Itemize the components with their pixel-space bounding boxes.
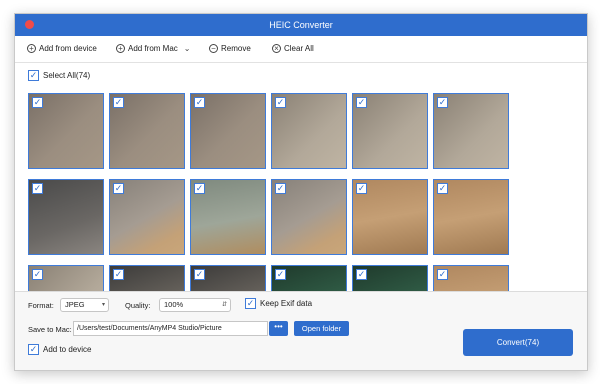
checkmark-icon: ✓ (276, 97, 285, 107)
checkmark-icon: ✓ (357, 269, 366, 279)
photo-thumbnail[interactable]: ✓ (109, 179, 185, 255)
checkmark-icon: ✓ (276, 183, 285, 193)
thumbnail-checkbox[interactable]: ✓ (356, 269, 367, 280)
add-from-mac-label: Add from Mac (128, 44, 178, 53)
photo-thumbnail[interactable]: ✓ (28, 265, 104, 292)
heic-converter-window: HEIC Converter + Add from device + Add f… (14, 13, 588, 371)
window-title: HEIC Converter (269, 20, 333, 30)
photo-thumbnail[interactable]: ✓ (271, 265, 347, 292)
thumbnail-checkbox[interactable]: ✓ (194, 269, 205, 280)
thumbnail-checkbox[interactable]: ✓ (275, 183, 286, 194)
chevron-down-icon[interactable]: ⌄ (184, 44, 191, 53)
x-circle-icon: × (272, 44, 281, 53)
thumbnail-checkbox[interactable]: ✓ (437, 269, 448, 280)
checkmark-icon: ✓ (195, 97, 204, 107)
toolbar: + Add from device + Add from Mac ⌄ − Rem… (15, 36, 587, 63)
checkmark-icon: ✓ (357, 97, 366, 107)
save-to-label: Save to Mac: (28, 325, 72, 334)
settings-panel: Format: JPEG ▾ Quality: 100% ⇵ ✓ Keep Ex… (15, 291, 587, 370)
checkmark-icon: ✓ (195, 269, 204, 279)
thumbnail-checkbox[interactable]: ✓ (32, 97, 43, 108)
checkmark-icon: ✓ (276, 269, 285, 279)
keep-exif-checkbox[interactable]: ✓ (245, 298, 256, 309)
thumbnail-checkbox[interactable]: ✓ (32, 183, 43, 194)
add-from-device-button[interactable]: + Add from device (27, 44, 97, 53)
photo-thumbnail[interactable]: ✓ (28, 179, 104, 255)
photo-thumbnail[interactable]: ✓ (190, 93, 266, 169)
thumbnail-checkbox[interactable]: ✓ (356, 183, 367, 194)
checkmark-icon: ✓ (33, 183, 42, 193)
thumbnail-checkbox[interactable]: ✓ (113, 97, 124, 108)
checkmark-icon: ✓ (114, 183, 123, 193)
thumbnail-checkbox[interactable]: ✓ (275, 269, 286, 280)
plus-circle-icon: + (116, 44, 125, 53)
remove-label: Remove (221, 44, 251, 53)
select-all-label: Select All(74) (43, 71, 91, 80)
thumbnail-checkbox[interactable]: ✓ (194, 97, 205, 108)
thumbnail-checkbox[interactable]: ✓ (194, 183, 205, 194)
thumbnail-checkbox[interactable]: ✓ (32, 269, 43, 280)
photo-thumbnail[interactable]: ✓ (271, 179, 347, 255)
thumbnail-checkbox[interactable]: ✓ (356, 97, 367, 108)
checkmark-icon: ✓ (114, 269, 123, 279)
keep-exif-label: Keep Exif data (260, 299, 313, 308)
checkmark-icon: ✓ (29, 70, 38, 80)
save-path-field[interactable]: /Users/test/Documents/AnyMP4 Studio/Pict… (73, 321, 268, 336)
photo-thumbnail[interactable]: ✓ (352, 265, 428, 292)
convert-button[interactable]: Convert(74) (463, 329, 573, 356)
quality-stepper[interactable]: 100% ⇵ (159, 298, 231, 312)
photo-thumbnail[interactable]: ✓ (352, 93, 428, 169)
photo-thumbnail[interactable]: ✓ (352, 179, 428, 255)
stepper-arrows-icon: ⇵ (221, 302, 227, 308)
checkmark-icon: ✓ (246, 298, 255, 308)
photo-thumbnail[interactable]: ✓ (433, 265, 509, 292)
format-value: JPEG (65, 300, 85, 309)
checkmark-icon: ✓ (438, 183, 447, 193)
checkmark-icon: ✓ (195, 183, 204, 193)
quality-value: 100% (164, 300, 184, 309)
format-label: Format: (28, 301, 54, 310)
minus-circle-icon: − (209, 44, 218, 53)
remove-button[interactable]: − Remove (209, 44, 251, 53)
select-arrow-icon: ▾ (101, 302, 105, 308)
select-all-checkbox[interactable]: ✓ (28, 70, 39, 81)
add-to-device-checkbox[interactable]: ✓ (28, 344, 39, 355)
thumbnail-checkbox[interactable]: ✓ (113, 183, 124, 194)
photo-thumbnail[interactable]: ✓ (28, 93, 104, 169)
thumbnail-checkbox[interactable]: ✓ (113, 269, 124, 280)
checkmark-icon: ✓ (29, 344, 38, 354)
photo-thumbnail[interactable]: ✓ (109, 93, 185, 169)
photo-thumbnail[interactable]: ✓ (271, 93, 347, 169)
photo-thumbnail[interactable]: ✓ (433, 179, 509, 255)
checkmark-icon: ✓ (33, 269, 42, 279)
checkmark-icon: ✓ (357, 183, 366, 193)
checkmark-icon: ✓ (33, 97, 42, 107)
photo-thumbnail[interactable]: ✓ (190, 179, 266, 255)
add-to-device-control[interactable]: ✓ Add to device (28, 344, 91, 355)
photo-thumbnail[interactable]: ✓ (433, 93, 509, 169)
checkmark-icon: ✓ (114, 97, 123, 107)
add-from-device-label: Add from device (39, 44, 97, 53)
add-to-device-label: Add to device (43, 345, 92, 354)
add-from-mac-button[interactable]: + Add from Mac ⌄ (116, 44, 191, 53)
thumbnail-checkbox[interactable]: ✓ (437, 183, 448, 194)
photo-thumbnail[interactable]: ✓ (109, 265, 185, 292)
thumbnail-checkbox[interactable]: ✓ (437, 97, 448, 108)
open-folder-button[interactable]: Open folder (294, 321, 349, 336)
thumbnail-checkbox[interactable]: ✓ (275, 97, 286, 108)
quality-label: Quality: (125, 301, 151, 310)
checkmark-icon: ✓ (438, 269, 447, 279)
clear-all-button[interactable]: × Clear All (272, 44, 314, 53)
title-bar: HEIC Converter (15, 14, 587, 36)
clear-all-label: Clear All (284, 44, 314, 53)
plus-circle-icon: + (27, 44, 36, 53)
thumbnail-grid: ✓ ✓ ✓ ✓ ✓ ✓ ✓ ✓ ✓ ✓ ✓ ✓ ✓ ✓ ✓ ✓ ✓ ✓ (28, 93, 574, 292)
format-select[interactable]: JPEG ▾ (60, 298, 109, 312)
photo-thumbnail[interactable]: ✓ (190, 265, 266, 292)
checkmark-icon: ✓ (438, 97, 447, 107)
keep-exif-control[interactable]: ✓ Keep Exif data (245, 298, 312, 309)
browse-button[interactable]: ••• (269, 321, 288, 336)
select-all-control[interactable]: ✓ Select All(74) (28, 70, 90, 81)
